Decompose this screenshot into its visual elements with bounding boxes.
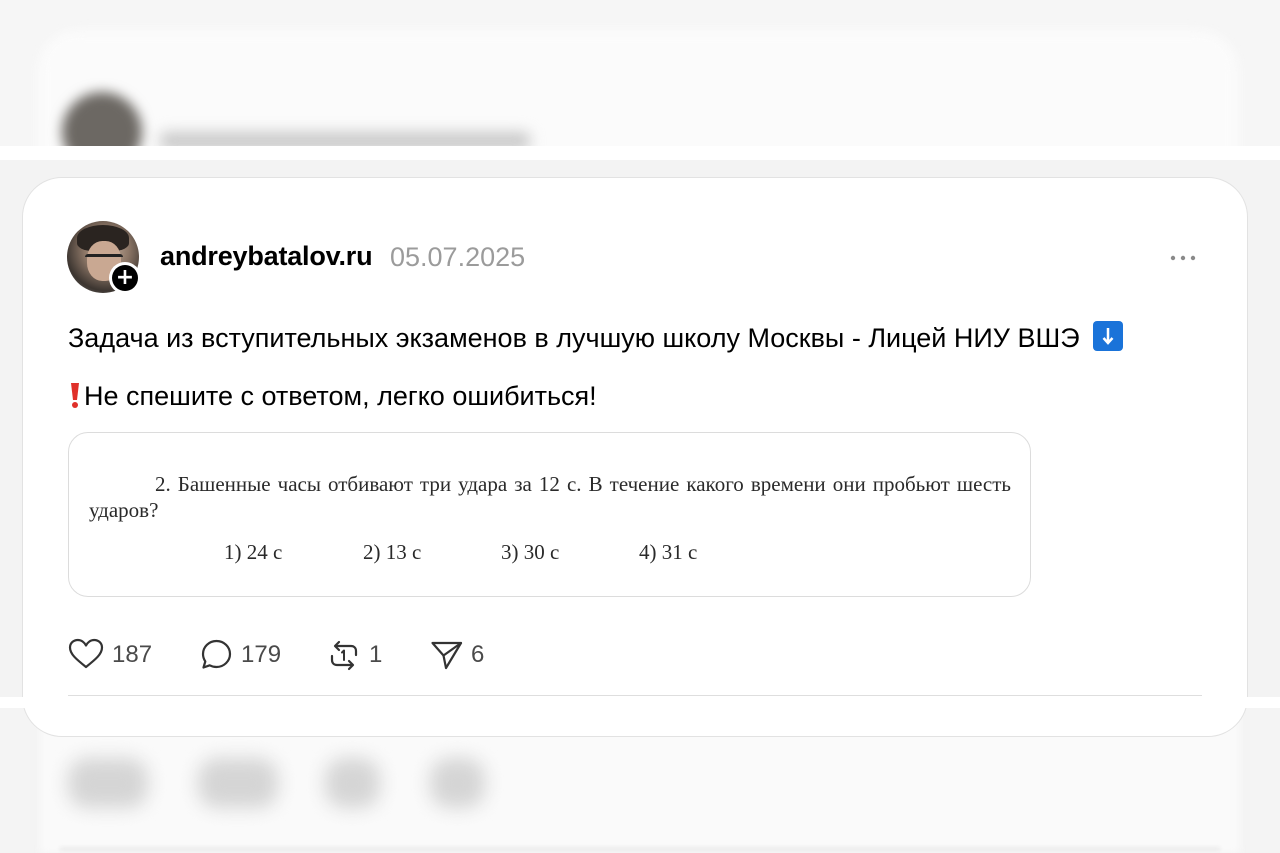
warning-text: Не спешите с ответом, легко ошибиться!: [84, 381, 597, 411]
card-bottom-edge: [0, 697, 1280, 708]
heart-icon: [68, 638, 104, 669]
blurred-repost-icon: [325, 758, 380, 808]
blurred-divider: [60, 848, 1220, 850]
blurred-like-icon: [68, 758, 148, 808]
blurred-share-icon: [430, 758, 485, 808]
repost-count: 1: [369, 641, 383, 668]
task-option-2: 2) 13 с: [363, 540, 422, 564]
arrow-down-icon: [1093, 321, 1124, 351]
task-option-1: 1) 24 с: [224, 540, 283, 564]
plus-icon: +: [112, 265, 138, 291]
more-options-icon[interactable]: [1166, 246, 1200, 268]
post-text-line-1: Задача из вступительных экзаменов в лучш…: [68, 321, 1124, 354]
exclamation-icon: [68, 380, 82, 410]
share-count: 6: [471, 641, 485, 668]
send-icon: [431, 641, 463, 670]
comment-count: 179: [241, 641, 282, 668]
task-problem-text: 2. Башенные часы отбивают три удара за 1…: [89, 472, 1011, 522]
blurred-comment-icon: [198, 758, 278, 808]
username[interactable]: andreybatalov.ru: [160, 241, 373, 272]
task-option-3: 3) 30 с: [501, 540, 560, 564]
post-divider: [68, 695, 1202, 696]
repost-icon: [330, 640, 358, 671]
comment-icon: [201, 639, 232, 669]
separator: [0, 146, 1280, 160]
follow-button[interactable]: +: [109, 262, 141, 294]
task-option-4: 4) 31 с: [639, 540, 698, 564]
post-text-line-2: Не спешите с ответом, легко ошибиться!: [68, 380, 597, 412]
task-image[interactable]: 2. Башенные часы отбивают три удара за 1…: [68, 432, 1031, 597]
like-count: 187: [112, 641, 153, 668]
post-date: 05.07.2025: [390, 242, 526, 272]
previous-post-blurred: [0, 0, 1280, 150]
post-text: Задача из вступительных экзаменов в лучш…: [68, 323, 1080, 353]
